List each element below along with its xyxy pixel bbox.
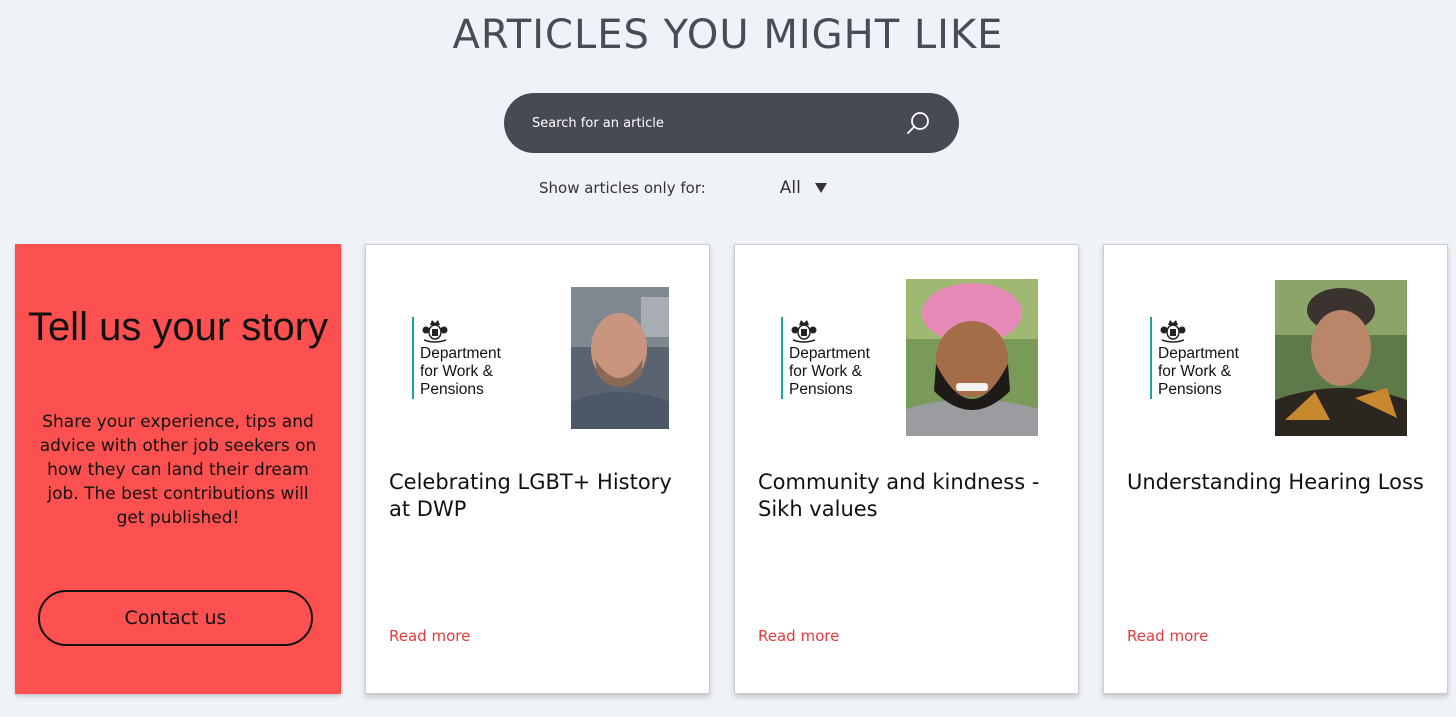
royal-crest-icon xyxy=(1160,320,1186,343)
article-card[interactable]: Department for Work & Pensions Community… xyxy=(734,244,1079,694)
story-card-text: Share your experience, tips and advice w… xyxy=(39,412,317,528)
search-input[interactable] xyxy=(532,115,905,131)
search-icon[interactable] xyxy=(905,110,931,136)
article-title[interactable]: Community and kindness - Sikh values xyxy=(758,469,1058,523)
dwp-logo: Department for Work & Pensions xyxy=(1150,317,1260,399)
author-photo xyxy=(571,287,669,429)
page-title: ARTICLES YOU MIGHT LIKE xyxy=(452,12,1004,58)
dwp-logo: Department for Work & Pensions xyxy=(781,317,891,399)
dwp-logo-line: Department xyxy=(1158,345,1239,362)
dwp-logo-line: Pensions xyxy=(1158,381,1222,398)
article-card[interactable]: Department for Work & Pensions Understan… xyxy=(1103,244,1448,694)
dwp-logo-line: for Work & xyxy=(789,363,862,380)
filter-dropdown[interactable]: All xyxy=(780,178,827,198)
article-title[interactable]: Celebrating LGBT+ History at DWP xyxy=(389,469,689,523)
filter-selected-value: All xyxy=(779,178,801,198)
dwp-logo: Department for Work & Pensions xyxy=(412,317,522,399)
dwp-logo-line: Department xyxy=(420,345,501,362)
read-more-link[interactable]: Read more xyxy=(1127,627,1208,645)
dwp-logo-line: Pensions xyxy=(789,381,853,398)
dwp-logo-line: for Work & xyxy=(1158,363,1231,380)
dwp-logo-line: Department xyxy=(789,345,870,362)
contact-us-button[interactable]: Contact us xyxy=(38,590,313,646)
read-more-link[interactable]: Read more xyxy=(758,627,839,645)
royal-crest-icon xyxy=(422,320,448,343)
article-filter: Show articles only for: All xyxy=(539,178,827,198)
story-card-title: Tell us your story xyxy=(27,305,329,349)
author-photo xyxy=(906,279,1038,436)
article-title[interactable]: Understanding Hearing Loss xyxy=(1127,469,1427,496)
read-more-link[interactable]: Read more xyxy=(389,627,470,645)
article-card[interactable]: Department for Work & Pensions Celebrati… xyxy=(365,244,710,694)
caret-down-icon xyxy=(814,183,827,193)
royal-crest-icon xyxy=(791,320,817,343)
dwp-logo-line: for Work & xyxy=(420,363,493,380)
filter-label: Show articles only for: xyxy=(539,179,706,197)
search-bar[interactable] xyxy=(504,93,959,153)
author-photo xyxy=(1275,280,1407,436)
story-card: Tell us your story Share your experience… xyxy=(15,244,341,694)
dwp-logo-line: Pensions xyxy=(420,381,484,398)
